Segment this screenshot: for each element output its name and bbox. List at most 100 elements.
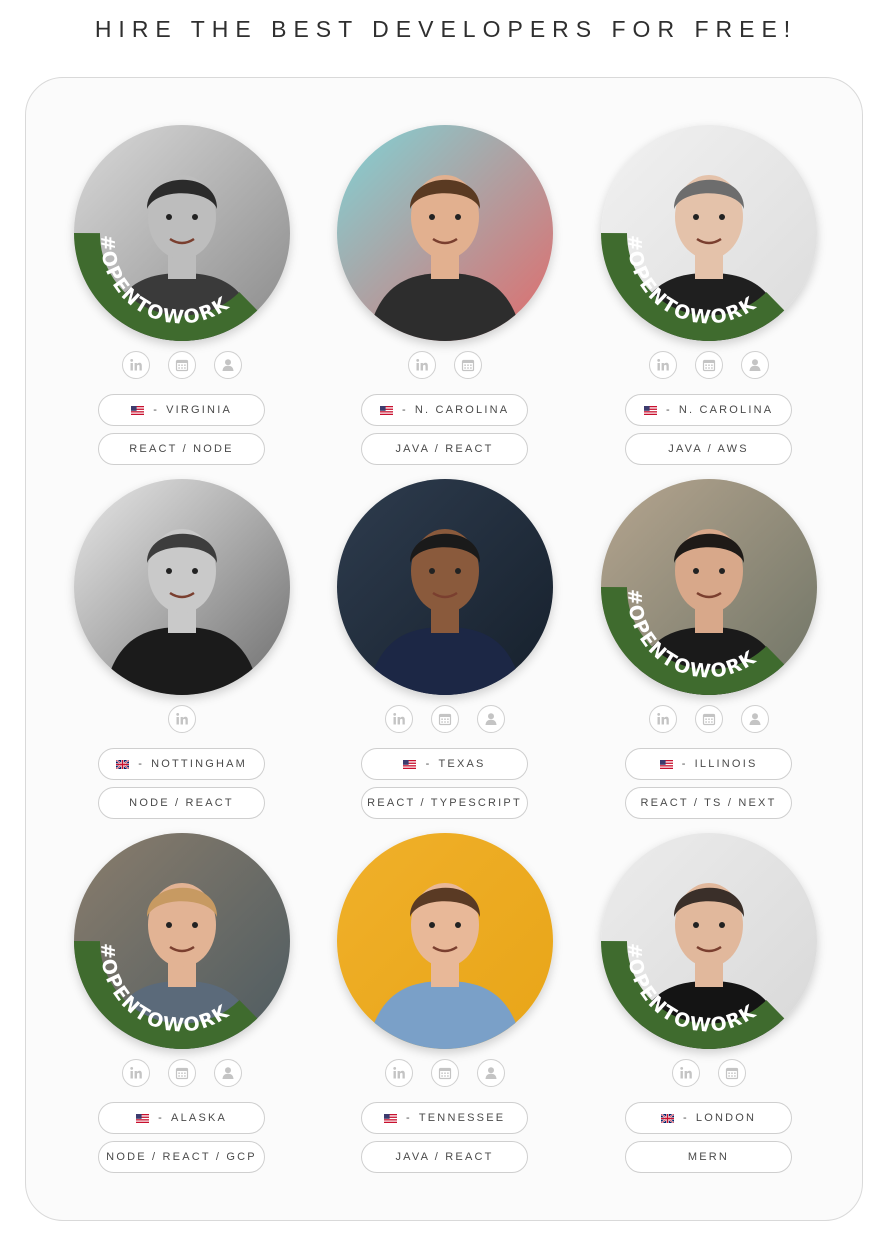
social-icon-row [313,351,576,379]
developer-avatar[interactable]: #OPENTOWORK [601,833,817,1049]
profile-button[interactable] [740,705,769,733]
tech-stack-label: JAVA / REACT [395,1151,494,1163]
calendar-button[interactable] [167,351,196,379]
linkedin-icon [656,712,670,726]
tech-stack-pill[interactable]: MERN [625,1141,792,1173]
us-flag-icon [659,759,673,769]
linkedin-icon [656,358,670,372]
developer-avatar[interactable] [337,833,553,1049]
calendar-button[interactable] [694,351,723,379]
social-icon-row [50,1059,313,1087]
tech-stack-pill[interactable]: JAVA / REACT [361,1141,528,1173]
page-title: HIRE THE BEST DEVELOPERS FOR FREE! [94,16,798,42]
separator: - [132,758,145,770]
profile-button[interactable] [213,1059,242,1087]
location-label: N. CAROLINA [414,404,510,416]
tech-stack-pill[interactable]: REACT / TYPESCRIPT [361,787,528,819]
tech-stack-pill[interactable]: REACT / TS / NEXT [625,787,792,819]
developer-avatar[interactable]: #OPENTOWORK [74,125,290,341]
us-flag-icon [403,759,417,769]
location-label: N. CAROLINA [678,404,774,416]
profile-icon [484,1066,498,1080]
linkedin-icon [679,1066,693,1080]
location-label: ILLINOIS [694,758,758,770]
linkedin-icon [175,712,189,726]
tech-stack-pill[interactable]: NODE / REACT [98,787,265,819]
linkedin-button[interactable] [384,1059,413,1087]
social-icon-row [50,705,313,733]
linkedin-button[interactable] [121,1059,150,1087]
linkedin-button[interactable] [384,705,413,733]
linkedin-button[interactable] [648,351,677,379]
calendar-icon [438,1066,452,1080]
tech-stack-pill[interactable]: JAVA / AWS [625,433,792,465]
location-pill[interactable]: - ILLINOIS [625,748,792,780]
developer-avatar[interactable] [337,479,553,695]
calendar-button[interactable] [717,1059,746,1087]
us-flag-icon [379,405,393,415]
location-pill[interactable]: - VIRGINIA [98,394,265,426]
calendar-icon [175,358,189,372]
profile-button[interactable] [740,351,769,379]
tech-stack-label: REACT / NODE [129,443,234,455]
linkedin-button[interactable] [121,351,150,379]
linkedin-button[interactable] [671,1059,700,1087]
tech-stack-label: NODE / REACT / GCP [106,1151,257,1163]
location-pill[interactable]: - TENNESSEE [361,1102,528,1134]
location-pill[interactable]: - N. CAROLINA [361,394,528,426]
profile-icon [748,358,762,372]
tech-stack-pill[interactable]: REACT / NODE [98,433,265,465]
us-flag-icon [130,405,144,415]
developer-card: #OPENTOWORK - ALASKA NODE / REACT / GCP [50,833,313,1187]
location-pill[interactable]: - LONDON [625,1102,792,1134]
developer-card: #OPENTOWORK - N. CAROLINA JAVA / AWS [577,125,840,479]
linkedin-button[interactable] [167,705,196,733]
portrait-image: #OPENTOWORK [601,833,817,1049]
tech-stack-label: REACT / TYPESCRIPT [367,797,522,809]
tech-stack-label: REACT / TS / NEXT [640,797,777,809]
location-pill[interactable]: - N. CAROLINA [625,394,792,426]
tech-stack-label: NODE / REACT [129,797,234,809]
portrait-image: #OPENTOWORK [74,125,290,341]
portrait-image: #OPENTOWORK [601,479,817,695]
profile-icon [484,712,498,726]
portrait-image [337,479,553,695]
social-icon-row [313,1059,576,1087]
calendar-button[interactable] [694,705,723,733]
developer-avatar[interactable]: #OPENTOWORK [74,833,290,1049]
linkedin-button[interactable] [407,351,436,379]
location-pill[interactable]: - TEXAS [361,748,528,780]
social-icon-row [313,705,576,733]
linkedin-icon [392,1066,406,1080]
uk-flag-icon [660,1113,674,1123]
tech-stack-label: JAVA / AWS [668,443,749,455]
profile-button[interactable] [476,705,505,733]
developer-grid-panel: #OPENTOWORK - VIRGINIA REACT / NODE - N. CA… [25,77,863,1221]
location-pill[interactable]: - ALASKA [98,1102,265,1134]
tech-stack-pill[interactable]: NODE / REACT / GCP [98,1141,265,1173]
calendar-icon [725,1066,739,1080]
tech-stack-pill[interactable]: JAVA / REACT [361,433,528,465]
calendar-button[interactable] [453,351,482,379]
calendar-icon [175,1066,189,1080]
linkedin-button[interactable] [648,705,677,733]
calendar-button[interactable] [167,1059,196,1087]
developer-avatar[interactable] [74,479,290,695]
social-icon-row [577,705,840,733]
profile-button[interactable] [476,1059,505,1087]
developer-avatar[interactable]: #OPENTOWORK [601,479,817,695]
social-icon-row [50,351,313,379]
separator: - [147,404,160,416]
location-pill[interactable]: - NOTTINGHAM [98,748,265,780]
location-label: VIRGINIA [166,404,232,416]
profile-icon [221,358,235,372]
developer-avatar[interactable]: #OPENTOWORK [601,125,817,341]
developer-avatar[interactable] [337,125,553,341]
portrait-image: #OPENTOWORK [74,833,290,1049]
calendar-icon [702,712,716,726]
calendar-button[interactable] [430,1059,459,1087]
separator: - [396,404,408,416]
profile-button[interactable] [213,351,242,379]
calendar-button[interactable] [430,705,459,733]
developer-card: - NOTTINGHAM NODE / REACT [50,479,313,833]
